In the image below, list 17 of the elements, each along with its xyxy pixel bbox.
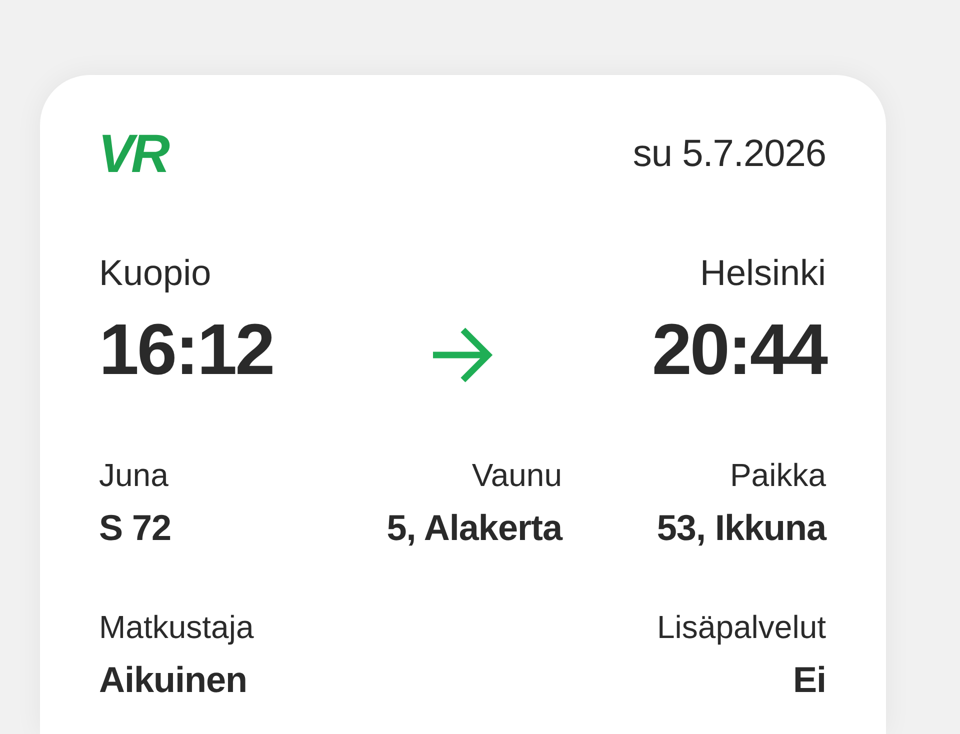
detail-value: 5, Alakerta — [386, 507, 562, 549]
detail-label: Vaunu — [472, 456, 562, 494]
detail-value: Aikuinen — [99, 659, 248, 701]
travel-date: su 5.7.2026 — [632, 132, 826, 176]
departure-station: Kuopio — [99, 252, 212, 294]
detail-label: Matkustaja — [99, 608, 254, 646]
detail-label: Paikka — [730, 456, 826, 494]
arrival-time: 20:44 — [650, 310, 826, 390]
logo: VR — [98, 132, 168, 176]
detail-value: S 72 — [99, 507, 172, 549]
detail-label: Lisäpalvelut — [657, 608, 826, 646]
detail-value: Ei — [792, 659, 826, 701]
arrival-station: Helsinki — [698, 252, 826, 294]
detail-value: 53, Ikkuna — [656, 507, 826, 549]
arrow-icon — [432, 327, 492, 383]
departure-time: 16:12 — [99, 310, 274, 390]
detail-label: Juna — [99, 456, 168, 494]
